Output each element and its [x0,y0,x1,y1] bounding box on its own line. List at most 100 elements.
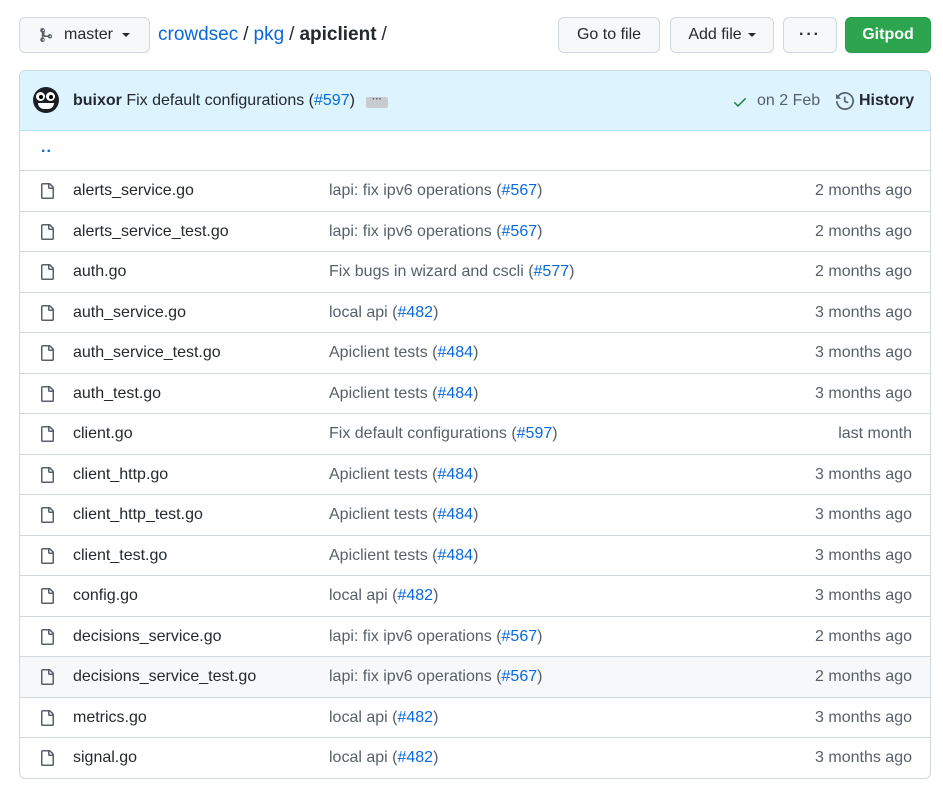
file-row[interactable]: client.go Fix default configurations (#59… [20,414,930,455]
commit-text[interactable]: Fix default configurations ( [126,92,314,109]
file-commit-text[interactable]: Fix default configurations ( [329,425,517,442]
file-commit-age[interactable]: last month [838,425,912,443]
file-commit-age[interactable]: 3 months ago [815,749,912,767]
file-commit-message: lapi: fix ipv6 operations (#567) [329,628,542,646]
file-commit-text[interactable]: local api ( [329,587,397,604]
file-commit-pr-link[interactable]: #567 [502,223,538,240]
file-row[interactable]: client_http_test.go Apiclient tests (#484… [20,495,930,536]
file-name-link[interactable]: alerts_service.go [73,182,194,200]
file-row[interactable]: alerts_service.go lapi: fix ipv6 operatio… [20,171,930,212]
file-row[interactable]: decisions_service.go lapi: fix ipv6 opera… [20,617,930,657]
file-commit-age[interactable]: 2 months ago [815,182,912,200]
file-commit-pr-link[interactable]: #482 [397,304,433,321]
file-row[interactable]: metrics.go local api (#482) 3 months ago [20,698,930,738]
commit-author[interactable]: buixor [73,92,122,109]
file-commit-text[interactable]: lapi: fix ipv6 operations ( [329,668,502,685]
file-commit-message: Apiclient tests (#484) [329,466,478,484]
avatar[interactable] [33,87,59,113]
expand-commit-button[interactable]: ··· [366,95,388,108]
file-commit-text[interactable]: Apiclient tests ( [329,385,437,402]
file-name-link[interactable]: signal.go [73,749,137,767]
file-commit-age[interactable]: 2 months ago [815,668,912,686]
commit-pr-link[interactable]: #597 [314,92,350,109]
file-commit-text-end: ) [537,222,543,240]
file-commit-age[interactable]: 3 months ago [815,304,912,322]
file-commit-pr-link[interactable]: #567 [502,182,538,199]
file-commit-text[interactable]: Apiclient tests ( [329,344,437,361]
file-name-link[interactable]: client.go [73,425,133,443]
commit-date[interactable]: on 2 Feb [757,92,820,110]
file-commit-age[interactable]: 3 months ago [815,344,912,362]
parent-directory-row[interactable]: .. [20,131,930,171]
file-row[interactable]: client_test.go Apiclient tests (#484) 3 mo… [20,536,930,576]
file-commit-message: local api (#482) [329,709,438,727]
parent-directory-link[interactable]: .. [41,139,52,157]
file-name-link[interactable]: alerts_service_test.go [73,223,229,241]
file-row[interactable]: decisions_service_test.go lapi: fix ipv6 … [20,657,930,698]
file-icon [39,263,55,286]
file-name-link[interactable]: auth_service.go [73,304,186,322]
file-name-link[interactable]: client_test.go [73,547,167,565]
file-name-link[interactable]: client_http_test.go [73,506,203,524]
file-commit-pr-link[interactable]: #567 [502,628,538,645]
gitpod-button[interactable]: Gitpod [845,17,931,53]
file-commit-pr-link[interactable]: #482 [397,587,433,604]
check-icon[interactable] [732,94,748,110]
file-commit-pr-link[interactable]: #577 [534,263,570,280]
breadcrumb-link-pkg[interactable]: pkg [254,24,285,45]
file-name-link[interactable]: config.go [73,587,138,605]
file-commit-pr-link[interactable]: #597 [517,425,553,442]
file-commit-text[interactable]: Apiclient tests ( [329,547,437,564]
file-commit-pr-link[interactable]: #482 [397,709,433,726]
more-options-button[interactable]: ··· [783,17,837,53]
file-commit-age[interactable]: 3 months ago [815,587,912,605]
file-commit-text[interactable]: Apiclient tests ( [329,466,437,483]
file-row[interactable]: auth.go Fix bugs in wizard and cscli (#57… [20,252,930,293]
file-name-link[interactable]: decisions_service_test.go [73,668,256,686]
file-commit-pr-link[interactable]: #484 [437,547,473,564]
file-commit-text[interactable]: Apiclient tests ( [329,506,437,523]
file-commit-age[interactable]: 2 months ago [815,628,912,646]
file-commit-text[interactable]: local api ( [329,749,397,766]
file-commit-pr-link[interactable]: #484 [437,466,473,483]
file-commit-age[interactable]: 3 months ago [815,709,912,727]
file-name-link[interactable]: auth_service_test.go [73,344,221,362]
file-row[interactable]: auth_service_test.go Apiclient tests (#48… [20,333,930,374]
file-name-link[interactable]: metrics.go [73,709,147,727]
file-commit-text[interactable]: lapi: fix ipv6 operations ( [329,223,502,240]
file-commit-pr-link[interactable]: #484 [437,385,473,402]
file-commit-text[interactable]: lapi: fix ipv6 operations ( [329,182,502,199]
file-commit-pr-link[interactable]: #484 [437,344,473,361]
file-commit-age[interactable]: 3 months ago [815,466,912,484]
file-icon [39,709,55,732]
file-row[interactable]: alerts_service_test.go lapi: fix ipv6 ope… [20,212,930,252]
file-commit-text[interactable]: Fix bugs in wizard and cscli ( [329,263,534,280]
file-commit-text[interactable]: lapi: fix ipv6 operations ( [329,628,502,645]
file-list: alerts_service.go lapi: fix ipv6 operatio… [20,171,930,778]
file-commit-age[interactable]: 3 months ago [815,547,912,565]
file-commit-age[interactable]: 2 months ago [815,263,912,281]
file-commit-age[interactable]: 2 months ago [815,223,912,241]
file-row[interactable]: auth_test.go Apiclient tests (#484) 3 mont… [20,374,930,414]
file-commit-pr-link[interactable]: #567 [502,668,538,685]
file-name-link[interactable]: decisions_service.go [73,628,222,646]
file-row[interactable]: auth_service.go local api (#482) 3 months … [20,293,930,333]
go-to-file-button[interactable]: Go to file [558,17,660,53]
file-commit-age[interactable]: 3 months ago [815,385,912,403]
file-commit-pr-link[interactable]: #482 [397,749,433,766]
breadcrumb-link-crowdsec[interactable]: crowdsec [158,24,238,45]
file-row[interactable]: signal.go local api (#482) 3 months ago [20,738,930,778]
file-name-link[interactable]: auth.go [73,263,126,281]
file-commit-text-end: ) [433,708,439,726]
file-commit-pr-link[interactable]: #484 [437,506,473,523]
branch-select-button[interactable]: master [19,17,150,53]
file-row[interactable]: client_http.go Apiclient tests (#484) 3 mo… [20,455,930,495]
file-commit-text[interactable]: local api ( [329,709,397,726]
file-name-link[interactable]: auth_test.go [73,385,161,403]
file-commit-text[interactable]: local api ( [329,304,397,321]
file-name-link[interactable]: client_http.go [73,466,168,484]
file-row[interactable]: config.go local api (#482) 3 months ago [20,576,930,617]
add-file-button[interactable]: Add file [670,17,774,53]
file-commit-age[interactable]: 3 months ago [815,506,912,524]
history-link[interactable]: History [836,92,914,110]
